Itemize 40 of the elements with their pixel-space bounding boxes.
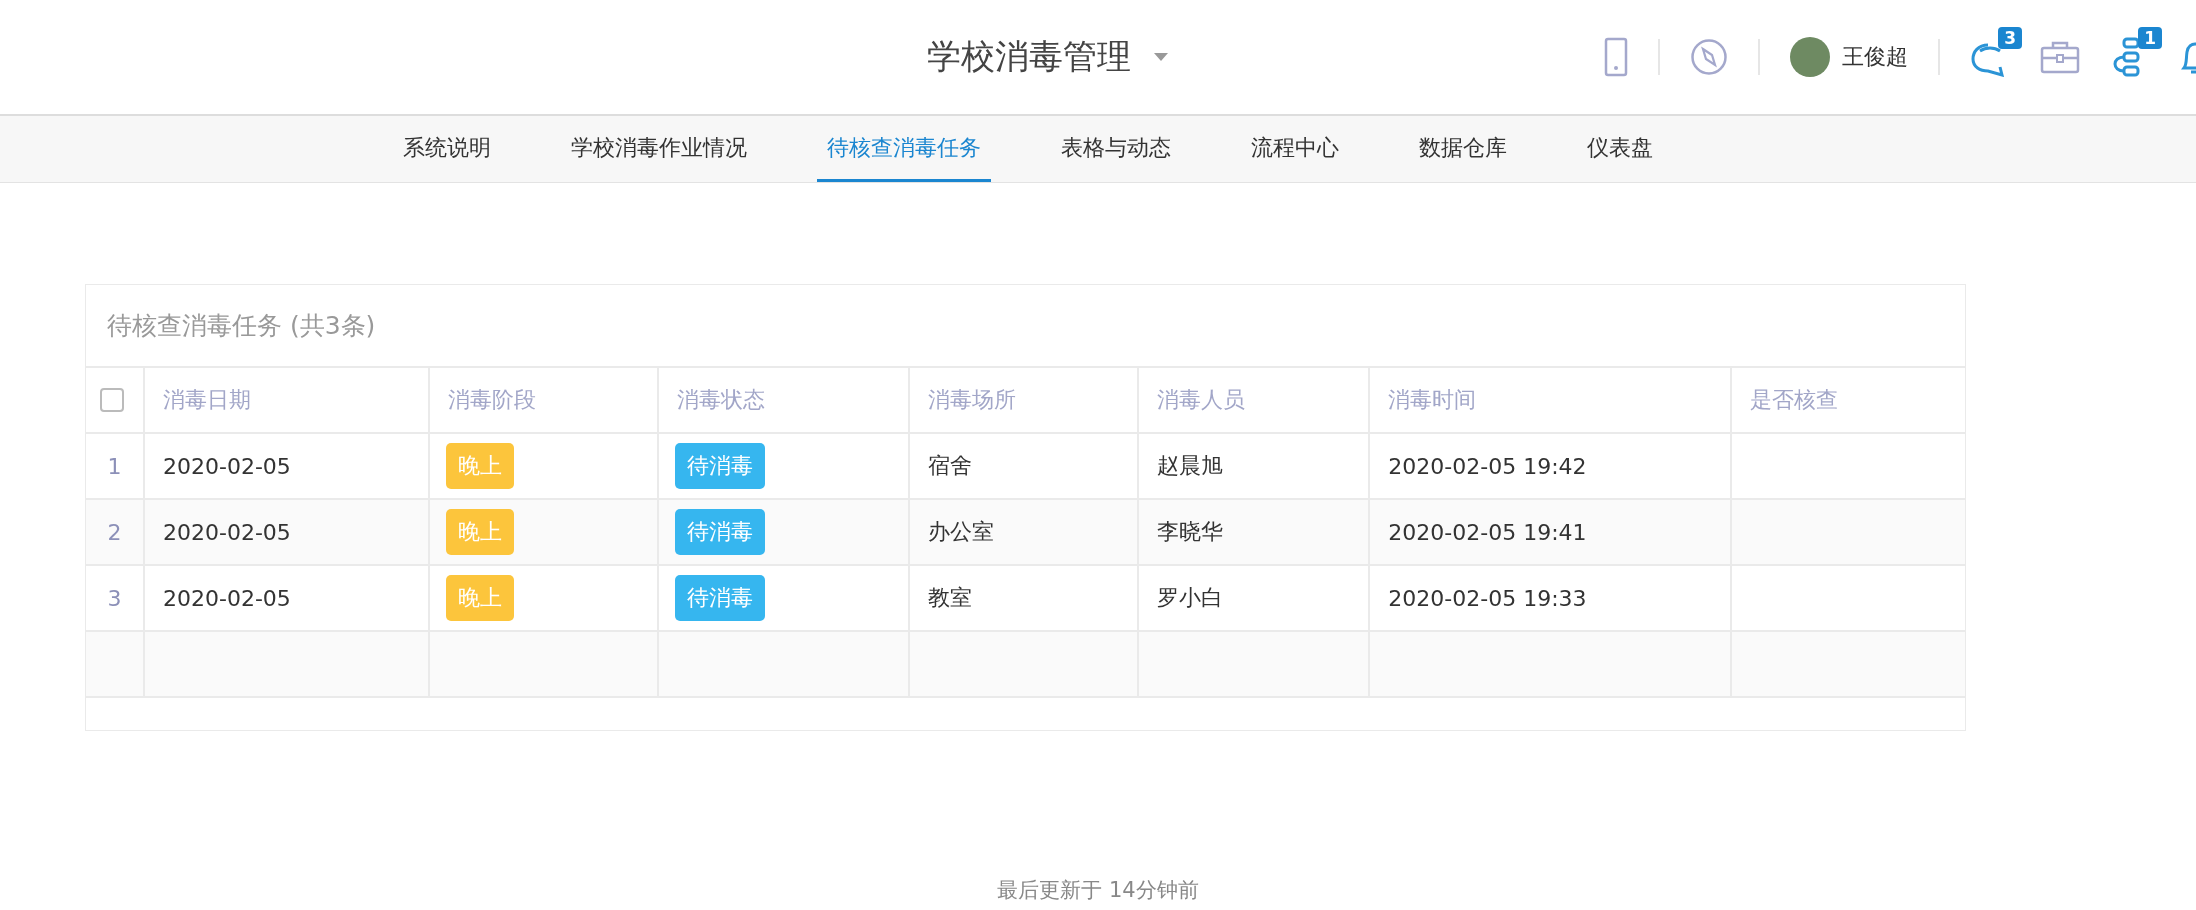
- table-cell-text: 赵晨旭: [1157, 452, 1224, 480]
- nav-tab[interactable]: 学校消毒作业情况: [561, 116, 757, 182]
- select-all-checkbox[interactable]: [100, 388, 124, 412]
- compass-icon[interactable]: [1690, 38, 1728, 76]
- stage-tag: 晚上: [445, 443, 514, 489]
- nav-tab[interactable]: 数据仓库: [1409, 116, 1517, 182]
- table-cell: 2020-02-05: [162, 585, 291, 611]
- status-tag: 待消毒: [674, 443, 765, 489]
- status-tag: 待消毒: [674, 509, 765, 555]
- stage-tag: 晚上: [445, 575, 514, 621]
- table-cell-text: 罗小白: [1157, 584, 1224, 612]
- table-cell-text: 教室: [927, 584, 972, 612]
- notification-badge: 1: [2138, 27, 2162, 49]
- table-cell: 2020-02-05 19:33: [1388, 585, 1587, 611]
- row-number: 3: [107, 585, 122, 611]
- phone-icon[interactable]: [1604, 37, 1628, 77]
- last-updated-text: 最后更新于 14分钟前: [997, 878, 1199, 902]
- table-cell: 2020-02-05 19:42: [1388, 453, 1587, 479]
- row-number: 1: [107, 453, 122, 479]
- avatar[interactable]: [1790, 37, 1830, 77]
- nav-tab[interactable]: 流程中心: [1241, 116, 1349, 182]
- stage-tag: 晚上: [445, 509, 514, 555]
- table-cell-text: 宿舍: [927, 452, 972, 480]
- row-number: 2: [107, 519, 122, 545]
- table-cell-text: 办公室: [927, 518, 994, 546]
- briefcase-icon[interactable]: [2040, 40, 2080, 74]
- nav-tab[interactable]: 表格与动态: [1051, 116, 1181, 182]
- status-tag: 待消毒: [674, 575, 765, 621]
- notification-badge: 3: [1998, 27, 2022, 49]
- app-title[interactable]: 学校消毒管理: [927, 34, 1131, 80]
- table-cell: 2020-02-05: [162, 453, 291, 479]
- table-cell: 2020-02-05: [162, 519, 291, 545]
- nav-tab[interactable]: 系统说明: [393, 116, 501, 182]
- table-cell: 2020-02-05 19:41: [1388, 519, 1587, 545]
- user-name[interactable]: 王俊超: [1842, 42, 1908, 72]
- caret-icon[interactable]: [1153, 52, 1169, 62]
- nav-tab[interactable]: 仪表盘: [1577, 116, 1663, 182]
- table-cell-text: 李晓华: [1157, 518, 1224, 546]
- table-title: 待核查消毒任务 (共3条): [86, 285, 1965, 368]
- nav-tab[interactable]: 待核查消毒任务: [817, 116, 991, 182]
